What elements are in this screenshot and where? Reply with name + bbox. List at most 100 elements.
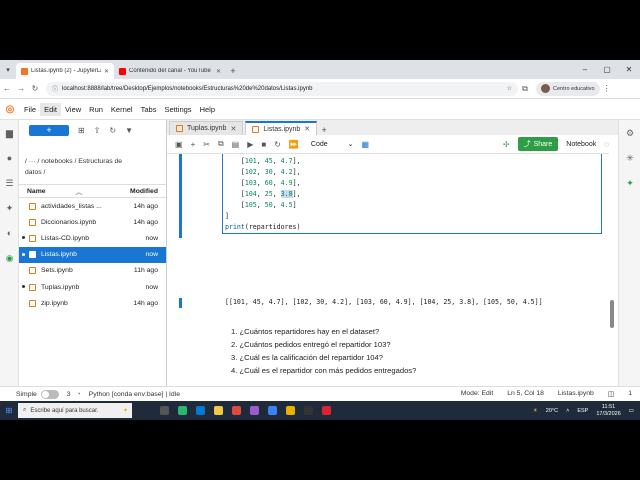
property-inspector-icon[interactable]: ▦ — [362, 140, 370, 149]
file-row[interactable]: Sets.ipynb 11h ago — [19, 263, 166, 279]
git-icon[interactable]: ✢ — [503, 140, 510, 149]
share-button[interactable]: ⤴ Share — [517, 137, 559, 151]
menu-kebab-icon[interactable]: ⋮ — [600, 84, 614, 93]
task-view-icon[interactable] — [160, 406, 169, 415]
bookmark-star-icon[interactable]: ☆ — [507, 85, 512, 92]
close-icon[interactable]: ✕ — [230, 125, 236, 133]
running-kernels-icon[interactable]: ● — [4, 153, 15, 164]
file-row[interactable]: Diccionarios.ipynb 14h ago — [19, 214, 166, 230]
column-modified[interactable]: Modified — [130, 188, 158, 195]
app-green-icon[interactable] — [178, 406, 187, 415]
temperature[interactable]: 20°C — [546, 408, 558, 414]
forward-icon[interactable]: → — [14, 84, 28, 93]
add-cell-icon[interactable]: + — [191, 140, 196, 149]
browser-tab-youtube[interactable]: Contenido del canal - YouTube ✕ — [114, 63, 226, 79]
new-launcher-button[interactable]: + — [29, 124, 69, 136]
tab-search-icon[interactable]: ▾ — [0, 60, 16, 79]
new-tab-plus-icon[interactable]: + — [317, 125, 331, 135]
column-name[interactable]: Name — [27, 188, 46, 195]
app-dark-icon[interactable] — [304, 406, 313, 415]
cut-icon[interactable]: ✂ — [203, 140, 210, 149]
close-icon[interactable]: ✕ — [304, 125, 310, 133]
notification-count[interactable]: 1 — [628, 390, 632, 398]
menu-file[interactable]: File — [20, 103, 40, 116]
app-recording-icon[interactable] — [322, 406, 331, 415]
paste-icon[interactable]: ▤ — [232, 140, 240, 149]
menu-help[interactable]: Help — [196, 103, 219, 116]
breadcrumb-line[interactable]: / ··· / notebooks / Estructuras de — [25, 156, 160, 167]
cell-type-select[interactable]: Code ⌄ — [311, 140, 354, 149]
profile-button[interactable]: Centro educativo — [536, 81, 600, 96]
address-bar[interactable]: ⓘ localhost:8888/lab/tree/Desktop/Ejempl… — [46, 81, 518, 96]
menu-kernel[interactable]: Kernel — [107, 103, 137, 116]
table-of-contents-icon[interactable]: ☰ — [4, 178, 15, 189]
site-info-icon[interactable]: ⓘ — [52, 84, 58, 93]
restart-icon[interactable]: ↻ — [274, 140, 281, 149]
file-row[interactable]: actividades_listas ... 14h ago — [19, 198, 166, 214]
file-explorer-icon[interactable] — [214, 406, 223, 415]
reload-icon[interactable]: ↻ — [28, 84, 42, 93]
windows-start-icon[interactable]: ⊞ — [0, 406, 18, 415]
new-tab-button[interactable]: + — [226, 63, 240, 79]
filter-icon[interactable]: ▼ — [125, 126, 133, 135]
close-tab-icon[interactable]: ✕ — [216, 68, 221, 75]
ai-sparkle-icon[interactable]: ✦ — [625, 178, 635, 189]
stop-icon[interactable]: ■ — [261, 140, 266, 149]
terminal-count[interactable]: 3 — [67, 391, 71, 398]
sort-chevron-icon[interactable]: ︿ — [76, 186, 83, 196]
file-row[interactable]: zip.ipynb 14h ago — [19, 295, 166, 311]
back-icon[interactable]: ← — [0, 84, 14, 93]
settings-gear-icon[interactable]: ⚙ — [625, 128, 635, 139]
kernel-status[interactable]: Python [conda env:base] | Idle — [89, 391, 180, 398]
save-icon[interactable]: ▣ — [175, 140, 183, 149]
debugger-icon[interactable]: ◐ — [4, 228, 15, 239]
file-row[interactable]: Listas.ipynb now — [19, 246, 166, 263]
weather-icon[interactable]: ☀ — [533, 408, 538, 414]
menu-view[interactable]: View — [61, 103, 85, 116]
close-tab-icon[interactable]: ✕ — [104, 68, 109, 75]
fast-forward-icon[interactable]: ⏩ — [289, 140, 299, 149]
menu-run[interactable]: Run — [85, 103, 107, 116]
browser-tab-jupyter[interactable]: Listas.ipynb (2) - JupyterLab ✕ — [16, 63, 114, 79]
upload-icon[interactable]: ⇧ — [94, 126, 101, 135]
extensions-icon[interactable]: ⧉ — [518, 84, 532, 94]
file-row[interactable]: Tuplas.ipynb now — [19, 279, 166, 295]
run-icon[interactable]: ▶ — [247, 140, 253, 149]
jupyter-ai-icon[interactable]: ◉ — [4, 253, 15, 264]
close-window-icon[interactable]: ✕ — [618, 60, 640, 79]
minimize-icon[interactable]: – — [574, 60, 596, 79]
edge-icon[interactable] — [196, 406, 205, 415]
file-filter-input[interactable] — [25, 143, 160, 153]
taskbar-search-input[interactable]: ⌕ Escribe aquí para buscar. ✦ — [18, 403, 132, 418]
notifications-icon[interactable]: ▭ — [629, 408, 634, 414]
folder-icon[interactable]: ▆ — [4, 128, 15, 139]
tab-tuplas[interactable]: Tuplas.ipynb ✕ — [169, 121, 244, 135]
app-purple-icon[interactable] — [250, 406, 259, 415]
notebook-scrollbar[interactable] — [610, 300, 614, 328]
menu-edit[interactable]: Edit — [40, 102, 62, 116]
language-indicator[interactable]: ESP — [577, 408, 588, 414]
chrome-icon[interactable] — [286, 406, 295, 415]
breadcrumb[interactable]: / ··· / notebooks / Estructuras de datos… — [19, 156, 166, 178]
debug-icon[interactable]: ✳ — [625, 153, 635, 164]
simple-mode-toggle[interactable] — [40, 389, 59, 399]
word-icon[interactable] — [268, 406, 277, 415]
browser-tab-title: Contenido del canal - YouTube — [129, 68, 211, 74]
menu-settings[interactable]: Settings — [160, 103, 195, 116]
file-row[interactable]: Listas-CD.ipynb now — [19, 230, 166, 246]
kernel-name[interactable]: Notebook — [566, 141, 596, 148]
breadcrumb-line[interactable]: datos / — [25, 167, 160, 178]
maximize-icon[interactable]: ▢ — [596, 60, 618, 79]
menu-tabs[interactable]: Tabs — [137, 103, 161, 116]
cursor-position[interactable]: Ln 5, Col 18 — [507, 390, 544, 398]
new-folder-icon[interactable]: ⊞ — [78, 126, 85, 135]
app-red-icon[interactable] — [232, 406, 241, 415]
tab-listas[interactable]: Listas.ipynb ✕ — [245, 121, 318, 135]
copy-icon[interactable]: ⧉ — [218, 139, 224, 149]
refresh-icon[interactable]: ↻ — [109, 126, 116, 135]
extensions-puzzle-icon[interactable]: ✦ — [4, 203, 15, 214]
bug-icon[interactable]: ◌ — [604, 140, 609, 149]
clock[interactable]: 11:51 17/3/2026 — [596, 404, 620, 418]
tray-chevron-icon[interactable]: ˄ — [566, 408, 569, 414]
notification-bell-icon[interactable]: ◫ — [608, 390, 614, 398]
